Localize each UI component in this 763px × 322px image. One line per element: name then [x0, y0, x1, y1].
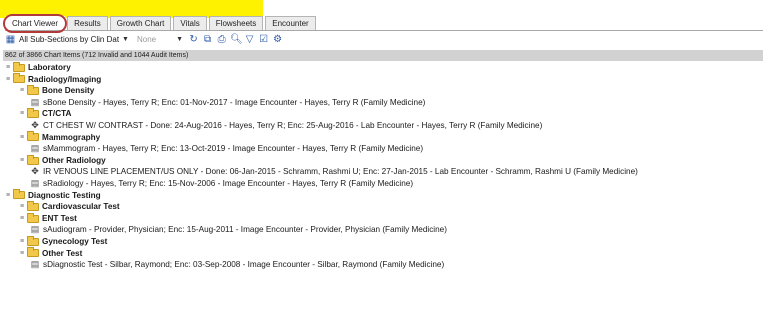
chevron-down-icon: ▼ [122, 35, 129, 43]
document-label: IR VENOUS LINE PLACEMENT/US ONLY - Done:… [43, 167, 638, 177]
status-text: 862 of 3866 Chart Items (712 Invalid and… [5, 52, 189, 59]
tree-folder-row[interactable]: ≡ ENT Test [4, 212, 763, 225]
tree-folder-row[interactable]: ≡ Laboratory [4, 61, 763, 74]
folder-icon [13, 189, 25, 200]
chart-tree: ≡ Laboratory ≡ Radiology/Imaging ≡ Bone Densi… [4, 61, 763, 271]
section-filter-value: All Sub-Sections by Clin Dat [19, 34, 120, 44]
folder-icon [27, 212, 39, 223]
folder-label: Radiology/Imaging [28, 74, 102, 84]
folder-icon [13, 61, 25, 72]
folder-label: Other Test [42, 248, 83, 258]
folder-label: Cardiovascular Test [42, 202, 120, 212]
folder-icon [13, 73, 25, 84]
tab-flowsheets[interactable]: Flowsheets [208, 16, 264, 30]
scanned-document-icon: ▤ [30, 224, 40, 235]
folder-label: Gynecology Test [42, 236, 108, 246]
search-icon[interactable]: 🔍︎ [230, 34, 243, 45]
tree-document-row[interactable]: ▤ sRadiology - Hayes, Terry R; Enc: 15-No… [4, 178, 763, 190]
section-filter-dropdown[interactable]: All Sub-Sections by Clin Dat ▼ [19, 35, 129, 44]
folder-label: Other Radiology [42, 155, 106, 165]
expand-toggle-icon[interactable]: ≡ [4, 74, 12, 86]
print-icon[interactable]: ⎙ [216, 34, 227, 45]
document-label: sBone Density - Hayes, Terry R; Enc: 01-… [43, 97, 426, 107]
tree-folder-row[interactable]: ≡ Bone Density [4, 84, 763, 97]
expand-toggle-icon[interactable]: ≡ [4, 190, 12, 202]
document-icon: ▤ [30, 259, 40, 270]
tree-folder-row[interactable]: ≡ Diagnostic Testing [4, 189, 763, 202]
document-label: sAudiogram - Provider, Physician; Enc: 1… [43, 225, 447, 235]
tree-document-row[interactable]: ▤ sAudiogram - Provider, Physician; Enc: … [4, 224, 763, 236]
tree-document-row[interactable]: ✥ CT CHEST W/ CONTRAST - Done: 24-Aug-201… [4, 120, 763, 132]
expand-toggle-icon[interactable]: ≡ [18, 248, 26, 260]
folder-label: Diagnostic Testing [28, 190, 101, 200]
scanned-document-icon: ▤ [30, 96, 40, 107]
tree-folder-row[interactable]: ≡ Gynecology Test [4, 235, 763, 248]
expand-toggle-icon[interactable]: ≡ [18, 155, 26, 167]
secondary-filter-dropdown[interactable]: None [137, 35, 156, 44]
document-label: sDiagnostic Test - Silbar, Raymond; Enc:… [43, 260, 445, 270]
expand-toggle-icon[interactable]: ≡ [18, 85, 26, 97]
tab-label: Flowsheets [215, 19, 257, 28]
tab-label: Results [74, 19, 101, 28]
expand-toggle-icon[interactable]: ≡ [4, 62, 12, 74]
folder-icon [27, 131, 39, 142]
refresh-icon[interactable]: ↻ [188, 34, 199, 45]
document-label: CT CHEST W/ CONTRAST - Done: 24-Aug-2016… [43, 120, 543, 130]
folder-label: CT/CTA [42, 109, 72, 119]
expand-toggle-icon[interactable]: ≡ [18, 201, 26, 213]
tab-growth-chart[interactable]: Growth Chart [109, 16, 172, 30]
tab-label: Chart Viewer [12, 19, 59, 28]
expand-toggle-icon[interactable]: ≡ [18, 236, 26, 248]
filter-icon[interactable]: ▽ [244, 34, 255, 45]
tab-label: Vitals [180, 19, 200, 28]
folder-icon [27, 200, 39, 211]
toolbar: ▦ All Sub-Sections by Clin Dat ▼ None ▼ … [5, 32, 286, 46]
copy-icon[interactable]: ⧉ [202, 34, 213, 45]
folder-icon [27, 154, 39, 165]
scanned-document-icon: ▤ [30, 177, 40, 188]
status-bar: 862 of 3866 Chart Items (712 Invalid and… [3, 50, 763, 61]
folder-label: Mammography [42, 132, 101, 142]
lab-result-icon: ✥ [31, 119, 39, 130]
folder-label: Laboratory [28, 63, 71, 72]
tab-vitals[interactable]: Vitals [173, 16, 207, 30]
tab-label: Encounter [272, 19, 309, 28]
tree-document-row[interactable]: ▤ sBone Density - Hayes, Terry R; Enc: 01… [4, 97, 763, 109]
scanned-document-icon: ▤ [30, 143, 40, 154]
tree-folder-row[interactable]: ≡ Cardiovascular Test [4, 200, 763, 213]
folder-icon [27, 84, 39, 95]
secondary-filter-value: None [136, 34, 157, 44]
settings-icon[interactable]: ⚙ [272, 34, 283, 45]
document-label: sRadiology - Hayes, Terry R; Enc: 15-Nov… [43, 178, 414, 188]
chevron-down-icon[interactable]: ▼ [174, 34, 185, 45]
expand-toggle-icon[interactable]: ≡ [18, 213, 26, 225]
tree-document-row[interactable]: ▤ sDiagnostic Test - Silbar, Raymond; Enc… [4, 259, 763, 271]
expand-toggle-icon[interactable]: ≡ [18, 108, 26, 120]
tree-folder-row[interactable]: ≡ Mammography [4, 131, 763, 144]
folder-icon [27, 108, 39, 119]
tab-chart-viewer[interactable]: Chart Viewer [3, 14, 68, 33]
expand-toggle-icon[interactable]: ≡ [18, 132, 26, 144]
document-label: sMammogram - Hayes, Terry R; Enc: 13-Oct… [43, 144, 424, 154]
tree-folder-row[interactable]: ≡ Radiology/Imaging [4, 73, 763, 86]
folder-label: ENT Test [42, 213, 77, 223]
tab-results[interactable]: Results [67, 16, 108, 30]
tree-folder-row[interactable]: ≡ Other Test [4, 247, 763, 260]
folder-icon [27, 247, 39, 258]
grid-view-icon[interactable]: ▦ [5, 34, 16, 45]
tree-folder-row[interactable]: ≡ CT/CTA [4, 108, 763, 120]
tree-folder-row[interactable]: ≡ Other Radiology [4, 154, 763, 167]
lab-result-icon: ✥ [31, 166, 39, 177]
folder-icon [27, 235, 39, 246]
tab-bar: Chart Viewer Results Growth Chart Vitals… [3, 14, 763, 33]
tree-document-row[interactable]: ✥ IR VENOUS LINE PLACEMENT/US ONLY - Done… [4, 166, 763, 178]
tab-encounter[interactable]: Encounter [265, 16, 316, 30]
checkbox-icon[interactable]: ☑ [258, 34, 269, 45]
tree-document-row[interactable]: ▤ sMammogram - Hayes, Terry R; Enc: 13-Oc… [4, 143, 763, 155]
folder-label: Bone Density [42, 86, 95, 96]
tab-label: Growth Chart [116, 19, 165, 28]
